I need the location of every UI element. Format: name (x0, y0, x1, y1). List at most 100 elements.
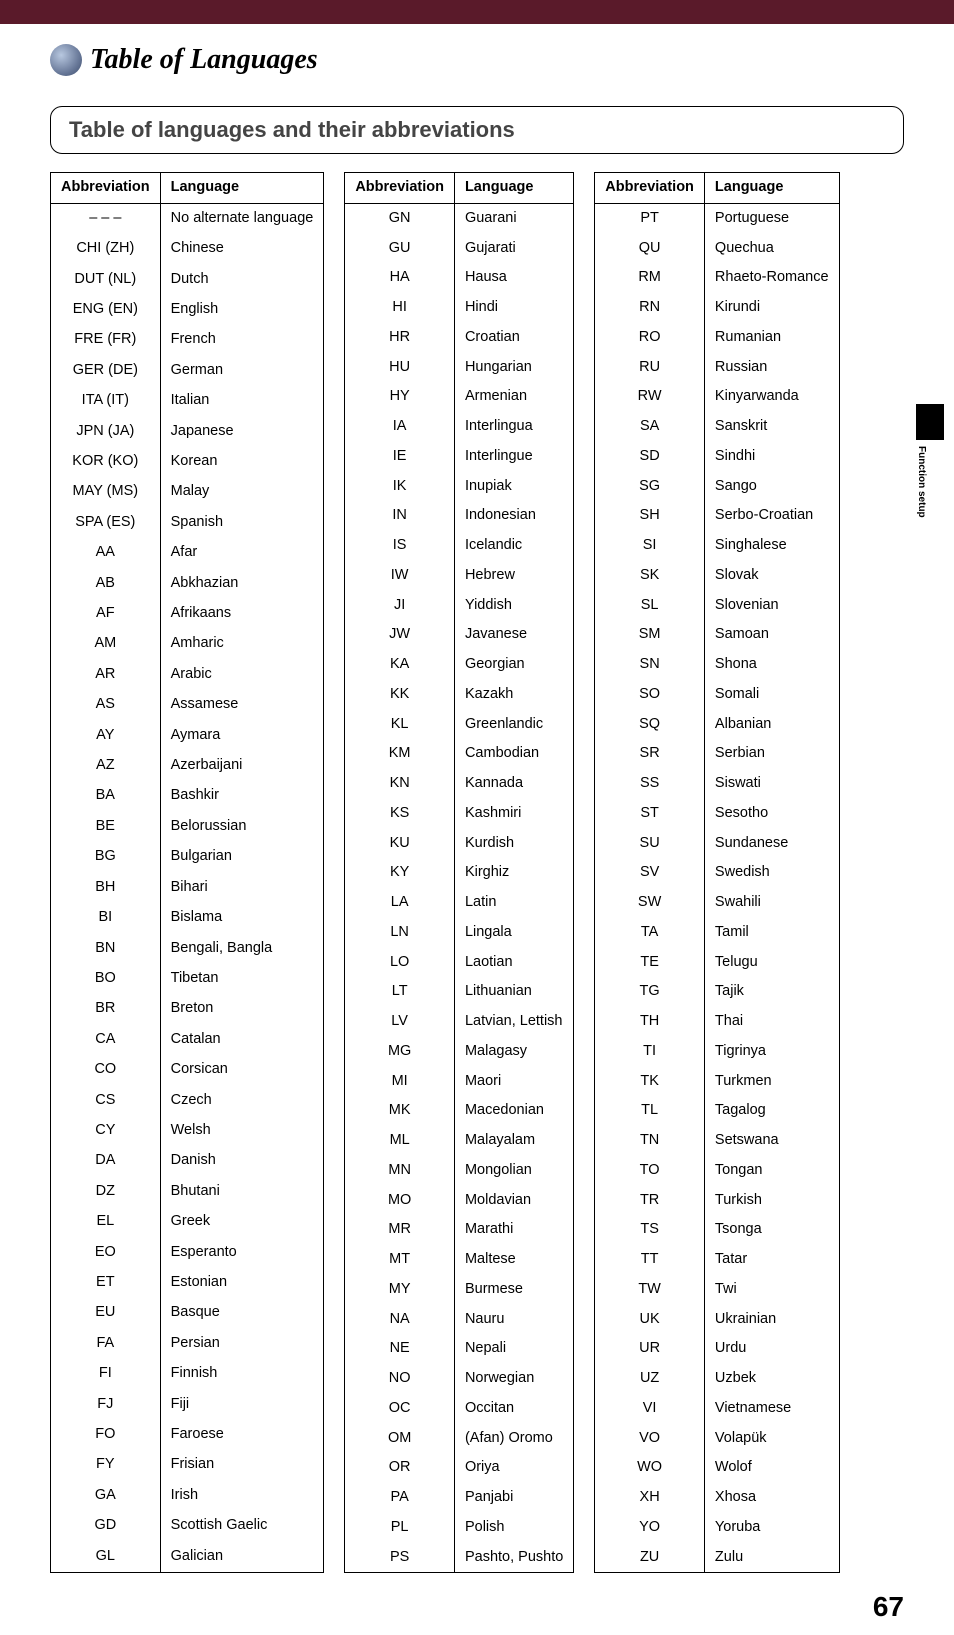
lang-cell: Dutch (160, 265, 324, 295)
table-row: GDScottish Gaelic (51, 1511, 324, 1541)
lang-cell: Lingala (454, 918, 573, 948)
abbr-cell: KA (345, 650, 455, 680)
lang-cell: Czech (160, 1086, 324, 1116)
abbr-cell: SPA (ES) (51, 508, 161, 538)
table-row: HIHindi (345, 293, 574, 323)
abbr-cell: CA (51, 1025, 161, 1055)
lang-cell: Pashto, Pushto (454, 1543, 573, 1573)
lang-cell: Scottish Gaelic (160, 1511, 324, 1541)
abbr-cell: – – – (51, 203, 161, 234)
table-row: LOLaotian (345, 948, 574, 978)
table-row: MIMaori (345, 1067, 574, 1097)
table-row: TGTajik (595, 977, 839, 1007)
lang-cell: Tibetan (160, 964, 324, 994)
abbr-cell: GA (51, 1481, 161, 1511)
lang-cell: Kurdish (454, 829, 573, 859)
lang-cell: Maltese (454, 1245, 573, 1275)
abbr-cell: SG (595, 472, 705, 502)
lang-cell: German (160, 356, 324, 386)
lang-cell: Guarani (454, 203, 573, 233)
abbr-cell: FA (51, 1329, 161, 1359)
table-row: CHI (ZH)Chinese (51, 234, 324, 264)
abbr-cell: TA (595, 918, 705, 948)
lang-cell: (Afan) Oromo (454, 1424, 573, 1454)
abbr-cell: TT (595, 1245, 705, 1275)
lang-cell: Fiji (160, 1390, 324, 1420)
table-row: RMRhaeto-Romance (595, 263, 839, 293)
abbr-cell: WO (595, 1453, 705, 1483)
lang-cell: Abkhazian (160, 569, 324, 599)
table-row: KKKazakh (345, 680, 574, 710)
lang-cell: Indonesian (454, 501, 573, 531)
abbr-cell: GU (345, 234, 455, 264)
abbr-cell: RO (595, 323, 705, 353)
abbr-cell: NA (345, 1305, 455, 1335)
language-table-3: Abbreviation Language PTPortugueseQUQuec… (594, 172, 839, 1573)
abbr-cell: MG (345, 1037, 455, 1067)
table-row: ETEstonian (51, 1268, 324, 1298)
language-table-2: Abbreviation Language GNGuaraniGUGujarat… (344, 172, 574, 1573)
table-row: MLMalayalam (345, 1126, 574, 1156)
abbr-cell: SD (595, 442, 705, 472)
lang-cell: Welsh (160, 1116, 324, 1146)
abbr-cell: SM (595, 620, 705, 650)
table-row: SUSundanese (595, 829, 839, 859)
lang-cell: Kinyarwanda (704, 382, 839, 412)
table-row: RWKinyarwanda (595, 382, 839, 412)
abbr-cell: RM (595, 263, 705, 293)
abbr-cell: FO (51, 1420, 161, 1450)
abbr-cell: ENG (EN) (51, 295, 161, 325)
lang-cell: Somali (704, 680, 839, 710)
lang-cell: Greenlandic (454, 710, 573, 740)
table-row: FJFiji (51, 1390, 324, 1420)
table-row: PAPanjabi (345, 1483, 574, 1513)
lang-cell: Shona (704, 650, 839, 680)
lang-cell: Persian (160, 1329, 324, 1359)
table-row: LVLatvian, Lettish (345, 1007, 574, 1037)
abbr-cell: KK (345, 680, 455, 710)
abbr-cell: GER (DE) (51, 356, 161, 386)
table-row: LTLithuanian (345, 977, 574, 1007)
abbr-cell: PT (595, 203, 705, 233)
lang-cell: Inupiak (454, 472, 573, 502)
side-tab-label: Function setup (916, 444, 927, 518)
section-header: Table of languages and their abbreviatio… (50, 106, 904, 154)
abbr-cell: FI (51, 1359, 161, 1389)
lang-cell: Arabic (160, 660, 324, 690)
lang-cell: Sesotho (704, 799, 839, 829)
lang-cell: Italian (160, 386, 324, 416)
table-row: QUQuechua (595, 234, 839, 264)
lang-cell: Siswati (704, 769, 839, 799)
abbr-cell: TI (595, 1037, 705, 1067)
lang-cell: Bislama (160, 903, 324, 933)
lang-cell: Slovenian (704, 591, 839, 621)
table-row: RNKirundi (595, 293, 839, 323)
table-row: FAPersian (51, 1329, 324, 1359)
col-lang-header: Language (160, 173, 324, 204)
abbr-cell: AZ (51, 751, 161, 781)
abbr-cell: DUT (NL) (51, 265, 161, 295)
lang-cell: Mongolian (454, 1156, 573, 1186)
abbr-cell: HU (345, 353, 455, 383)
table-row: ZUZulu (595, 1543, 839, 1573)
lang-cell: Hungarian (454, 353, 573, 383)
lang-cell: Norwegian (454, 1364, 573, 1394)
abbr-cell: UK (595, 1305, 705, 1335)
lang-cell: Hebrew (454, 561, 573, 591)
abbr-cell: JI (345, 591, 455, 621)
abbr-cell: UR (595, 1334, 705, 1364)
table-row: DUT (NL)Dutch (51, 265, 324, 295)
lang-cell: Serbo-Croatian (704, 501, 839, 531)
abbr-cell: QU (595, 234, 705, 264)
abbr-cell: IS (345, 531, 455, 561)
table-row: SSSiswati (595, 769, 839, 799)
table-row: BIBislama (51, 903, 324, 933)
table-row: PSPashto, Pushto (345, 1543, 574, 1573)
table-row: KAGeorgian (345, 650, 574, 680)
table-row: XHXhosa (595, 1483, 839, 1513)
lang-cell: Tagalog (704, 1096, 839, 1126)
table-row: SASanskrit (595, 412, 839, 442)
abbr-cell: FJ (51, 1390, 161, 1420)
lang-cell: Albanian (704, 710, 839, 740)
lang-cell: Macedonian (454, 1096, 573, 1126)
